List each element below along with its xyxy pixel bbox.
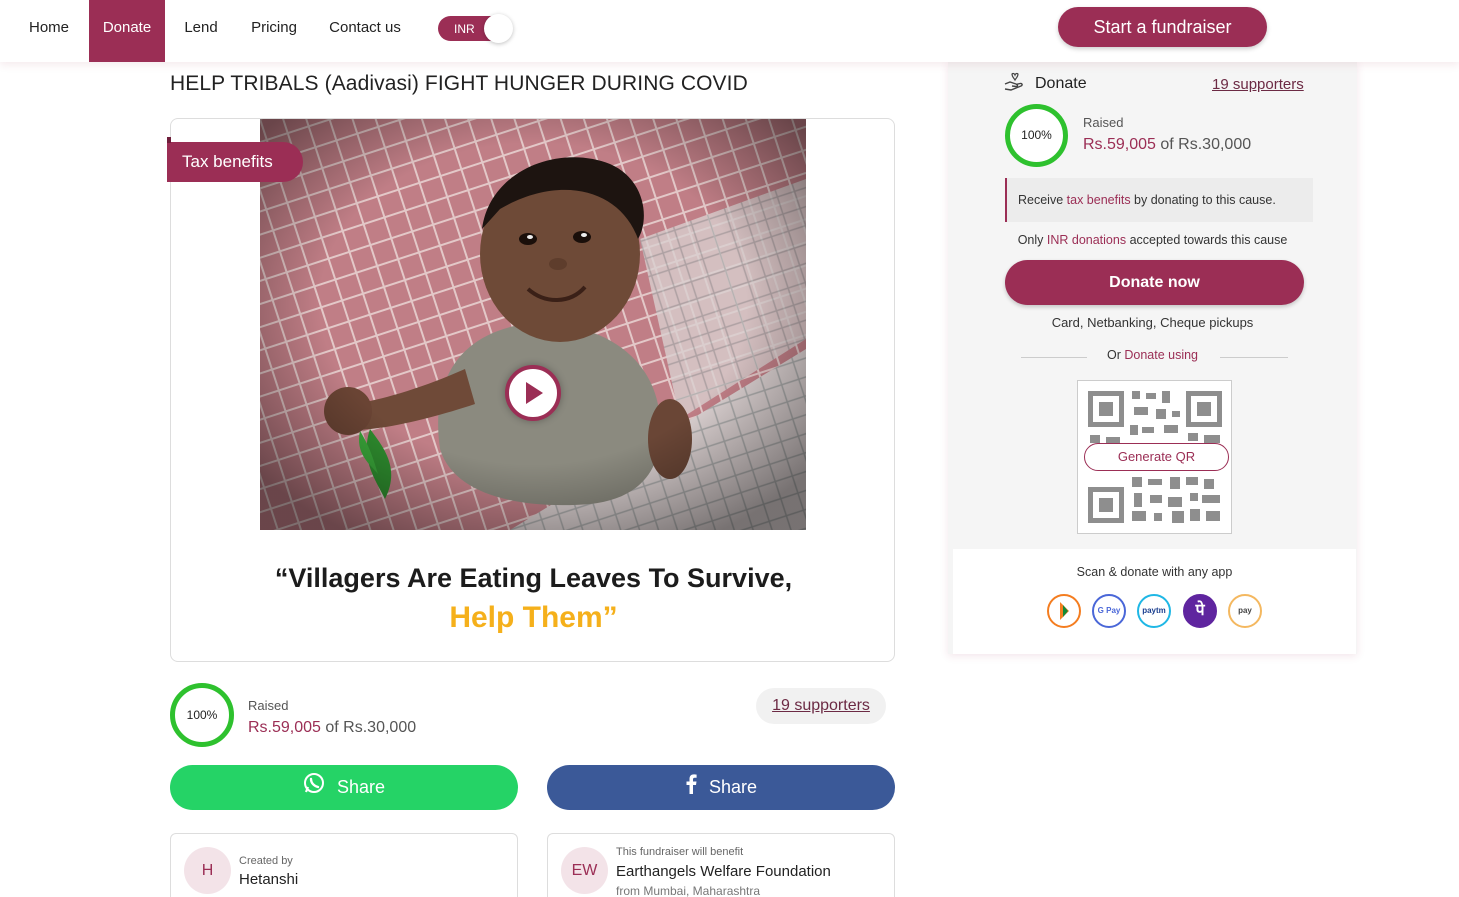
beneficiary-label: This fundraiser will benefit — [616, 846, 744, 858]
qr-code-box[interactable]: Generate QR — [1077, 380, 1232, 534]
donate-hand-icon — [1003, 72, 1025, 97]
nav-home[interactable]: Home — [14, 0, 84, 62]
beneficiary-card[interactable]: EW This fundraiser will benefit Earthang… — [547, 833, 895, 897]
created-by-label: Created by — [239, 855, 293, 867]
inr-note-pre: Only — [1017, 233, 1047, 247]
nav-lend[interactable]: Lend — [172, 0, 230, 62]
sidebar-supporters-link[interactable]: 19 supporters — [1212, 76, 1304, 93]
gpay-icon[interactable]: G Pay — [1092, 594, 1126, 628]
tax-note-post: by donating to this cause. — [1130, 193, 1276, 207]
tax-benefits-link[interactable]: tax benefits — [1067, 193, 1131, 207]
tax-benefit-note: Receive tax benefits by donating to this… — [1005, 178, 1313, 222]
play-video-button[interactable] — [505, 365, 561, 421]
tax-benefits-badge: Tax benefits — [167, 137, 303, 182]
or-donate-using: Or Donate using — [948, 348, 1357, 362]
quote-line-2: Help Them” — [449, 601, 618, 634]
or-pre: Or — [1106, 348, 1125, 362]
sidebar-raised-goal: of Rs.30,000 — [1160, 136, 1252, 153]
start-fundraiser-button[interactable]: Start a fundraiser — [1058, 7, 1267, 47]
facebook-share-button[interactable]: Share — [547, 765, 895, 810]
upi-apps-panel: Scan & donate with any app G Pay paytm प… — [953, 549, 1356, 654]
donate-using-link[interactable]: Donate using — [1124, 348, 1198, 362]
beneficiary-name: Earthangels Welfare Foundation — [616, 863, 831, 880]
supporters-link[interactable]: 19 supporters — [756, 688, 886, 724]
whatsapp-share-button[interactable]: Share — [170, 765, 518, 810]
currency-toggle-label: INR — [454, 22, 475, 36]
phonepe-icon[interactable]: पे — [1183, 594, 1217, 628]
whatsapp-icon — [303, 766, 325, 811]
donate-now-button[interactable]: Donate now — [1005, 260, 1304, 305]
inr-donations-link[interactable]: INR donations — [1047, 233, 1126, 247]
sidebar-donate-label: Donate — [1035, 75, 1087, 92]
beneficiary-avatar: EW — [561, 847, 608, 894]
creator-avatar: H — [184, 847, 231, 894]
donation-sidebar: Donate 19 supporters 100% Raised Rs.59,0… — [948, 62, 1357, 654]
toggle-knob — [484, 14, 513, 43]
quote-line-1: “Villagers Are Eating Leaves To Survive, — [274, 563, 793, 593]
sidebar-raised-amount: Rs.59,005 — [1083, 136, 1156, 153]
raised-goal: of Rs.30,000 — [325, 719, 417, 736]
payment-methods-text: Card, Netbanking, Cheque pickups — [1051, 315, 1254, 330]
paytm-icon[interactable]: paytm — [1137, 594, 1171, 628]
creator-card[interactable]: H Created by Hetanshi — [170, 833, 518, 897]
inr-note-post: accepted towards this cause — [1126, 233, 1288, 247]
top-nav: Home Donate Lend Pricing Contact us INR … — [0, 0, 1459, 62]
progress-ring: 100% — [170, 683, 234, 747]
beneficiary-location: from Mumbai, Maharashtra — [616, 884, 761, 897]
nav-contact[interactable]: Contact us — [318, 0, 412, 62]
whatsapp-share-label: Share — [336, 777, 386, 797]
sidebar-raised-line: Rs.59,005 of Rs.30,000 — [1083, 136, 1251, 154]
campaign-title: HELP TRIBALS (Aadivasi) FIGHT HUNGER DUR… — [170, 72, 748, 95]
raised-amount: Rs.59,005 — [248, 719, 321, 736]
facebook-icon — [685, 766, 697, 811]
sidebar-raised-label: Raised — [1083, 115, 1124, 130]
inr-only-note: Only INR donations accepted towards this… — [948, 233, 1357, 247]
creator-name: Hetanshi — [239, 871, 299, 888]
sidebar-progress-ring: 100% — [1005, 104, 1068, 167]
raised-label: Raised — [248, 698, 289, 713]
generate-qr-button[interactable]: Generate QR — [1084, 443, 1229, 471]
bhim-icon[interactable] — [1047, 594, 1081, 628]
facebook-share-label: Share — [708, 777, 758, 797]
currency-toggle[interactable]: INR — [438, 14, 513, 43]
tax-note-pre: Receive — [1018, 193, 1067, 207]
raised-amount-line: Rs.59,005 of Rs.30,000 — [248, 719, 416, 737]
nav-donate[interactable]: Donate — [89, 0, 165, 62]
child-photo-illustration — [260, 119, 806, 530]
play-icon — [526, 382, 543, 404]
scan-donate-text: Scan & donate with any app — [1076, 565, 1233, 579]
campaign-photo — [260, 119, 806, 530]
nav-pricing[interactable]: Pricing — [240, 0, 308, 62]
amazon-pay-icon[interactable]: pay — [1228, 594, 1262, 628]
